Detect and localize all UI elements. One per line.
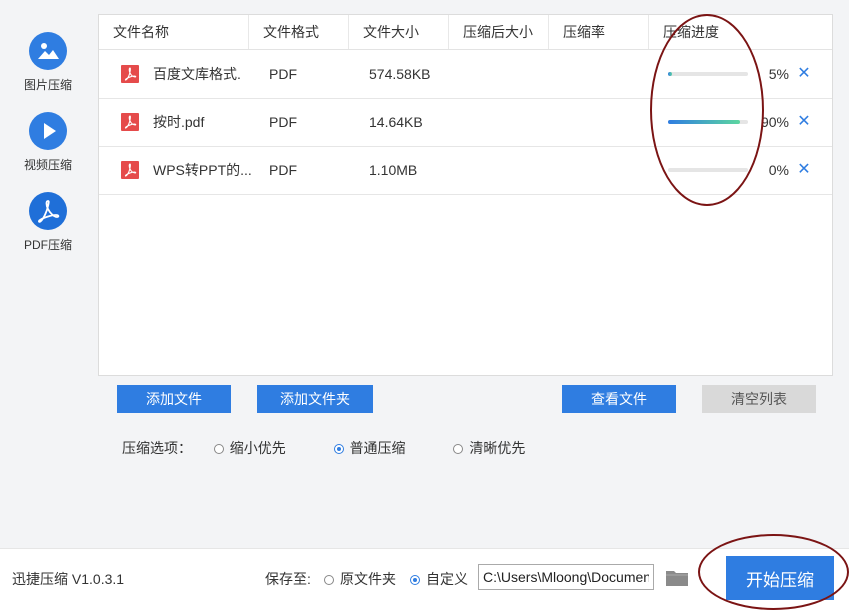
- compression-options-label: 压缩选项：: [122, 440, 192, 456]
- play-icon: [29, 112, 67, 150]
- column-header-name: 文件名称: [99, 15, 249, 49]
- table-row[interactable]: WPS转PPT的... PDF 1.10MB 0% ✕: [99, 146, 832, 195]
- footer-bar: 迅捷压缩 V1.0.3.1 保存至: 原文件夹 自定义 开始压缩: [0, 548, 849, 608]
- close-icon[interactable]: ✕: [796, 146, 812, 194]
- column-header-format: 文件格式: [249, 15, 349, 49]
- main-panel: 文件名称 文件格式 文件大小 压缩后大小 压缩率 压缩进度 百度文库格式. PD…: [96, 0, 849, 548]
- save-to-label: 保存至:: [265, 571, 311, 587]
- option-clarity[interactable]: 清晰优先: [453, 440, 525, 456]
- image-icon: [29, 32, 67, 70]
- file-size: 14.64KB: [369, 114, 423, 130]
- sidebar-item-label: PDF压缩: [23, 238, 72, 252]
- sidebar-item-video-compress[interactable]: 视频压缩: [0, 112, 96, 173]
- option-label: 普通压缩: [349, 440, 406, 456]
- option-label: 原文件夹: [340, 571, 396, 587]
- column-header-compressed-size: 压缩后大小: [449, 15, 549, 49]
- table-row[interactable]: 百度文库格式. PDF 574.58KB 5% ✕: [99, 50, 832, 99]
- clear-list-button[interactable]: 清空列表: [702, 385, 816, 413]
- table-row[interactable]: 按时.pdf PDF 14.64KB 90% ✕: [99, 98, 832, 147]
- column-header-progress: 压缩进度: [663, 24, 719, 40]
- sidebar-item-image-compress[interactable]: 图片压缩: [0, 32, 96, 93]
- file-size: 574.58KB: [369, 66, 431, 82]
- option-label: 缩小优先: [229, 440, 286, 456]
- progress-percent: 5%: [768, 66, 789, 82]
- pdf-file-icon: [121, 161, 139, 179]
- sidebar-item-label: 视频压缩: [23, 158, 72, 172]
- add-file-button[interactable]: 添加文件: [117, 385, 231, 413]
- column-header-ratio: 压缩率: [549, 15, 649, 49]
- pdf-file-icon: [121, 65, 139, 83]
- progress-fill: [668, 120, 740, 124]
- progress-fill: [668, 72, 672, 76]
- add-folder-button[interactable]: 添加文件夹: [257, 385, 373, 413]
- save-original-folder[interactable]: 原文件夹: [324, 569, 396, 589]
- option-normal[interactable]: 普通压缩: [333, 440, 406, 456]
- radio-icon[interactable]: [213, 444, 224, 454]
- progress-percent: 90%: [760, 114, 789, 130]
- option-label: 自定义: [426, 571, 468, 587]
- option-smaller[interactable]: 缩小优先: [213, 440, 286, 456]
- progress-bar: [668, 72, 748, 76]
- radio-icon[interactable]: [324, 575, 334, 585]
- compression-options: 压缩选项： 缩小优先 普通压缩 清晰优先: [122, 438, 525, 458]
- pdf-icon: [29, 192, 67, 230]
- radio-icon[interactable]: [333, 444, 344, 454]
- sidebar-item-label: 图片压缩: [23, 78, 72, 92]
- close-icon[interactable]: ✕: [796, 98, 812, 146]
- file-format: PDF: [269, 114, 297, 130]
- progress-percent: 0%: [768, 162, 789, 178]
- app-version: 迅捷压缩 V1.0.3.1: [12, 571, 125, 587]
- file-name: 百度文库格式.: [153, 66, 241, 82]
- sidebar-item-pdf-compress[interactable]: PDF压缩: [0, 192, 96, 253]
- folder-icon[interactable]: [665, 567, 689, 587]
- file-name: 按时.pdf: [153, 114, 205, 130]
- pdf-file-icon: [121, 113, 139, 131]
- radio-icon[interactable]: [453, 444, 464, 454]
- file-format: PDF: [269, 162, 297, 178]
- sidebar: 图片压缩 视频压缩 PDF压缩: [0, 0, 96, 548]
- column-header-size: 文件大小: [349, 15, 449, 49]
- file-name: WPS转PPT的...: [153, 162, 252, 178]
- file-table: 文件名称 文件格式 文件大小 压缩后大小 压缩率 压缩进度 百度文库格式. PD…: [98, 14, 833, 376]
- view-files-button[interactable]: 查看文件: [562, 385, 676, 413]
- radio-icon[interactable]: [410, 575, 420, 585]
- close-icon[interactable]: ✕: [796, 50, 812, 98]
- progress-bar: [668, 120, 748, 124]
- file-size: 1.10MB: [369, 162, 418, 178]
- progress-bar: [668, 168, 748, 172]
- table-header: 文件名称 文件格式 文件大小 压缩后大小 压缩率 压缩进度: [99, 15, 832, 50]
- save-path-input[interactable]: [478, 564, 654, 590]
- start-compress-button[interactable]: 开始压缩: [726, 556, 834, 600]
- file-format: PDF: [269, 66, 297, 82]
- save-custom[interactable]: 自定义: [410, 569, 468, 589]
- option-label: 清晰优先: [469, 440, 526, 456]
